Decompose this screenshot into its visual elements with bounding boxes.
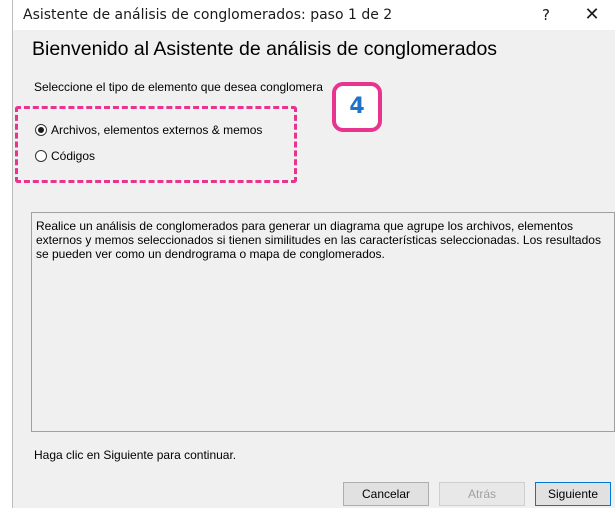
next-button[interactable]: Siguiente — [535, 482, 611, 506]
close-button[interactable]: ✕ — [576, 2, 608, 28]
annotation-step-badge: 4 — [332, 82, 382, 132]
item-type-prompt: Seleccione el tipo de elemento que desea… — [34, 80, 323, 94]
back-button[interactable]: Atrás — [439, 482, 525, 506]
title-bar: Asistente de análisis de conglomerados: … — [13, 0, 615, 30]
cluster-analysis-wizard-dialog: Asistente de análisis de conglomerados: … — [12, 0, 615, 508]
help-button[interactable]: ? — [531, 2, 561, 28]
description-text: Realice un análisis de conglomerados par… — [36, 219, 601, 261]
window-title: Asistente de análisis de conglomerados: … — [23, 7, 393, 23]
continue-hint: Haga clic en Siguiente para continuar. — [34, 448, 237, 462]
wizard-heading: Bienvenido al Asistente de análisis de c… — [32, 38, 498, 60]
cancel-button[interactable]: Cancelar — [343, 482, 429, 506]
annotation-highlight-box — [15, 106, 297, 183]
description-panel: Realice un análisis de conglomerados par… — [31, 212, 615, 432]
